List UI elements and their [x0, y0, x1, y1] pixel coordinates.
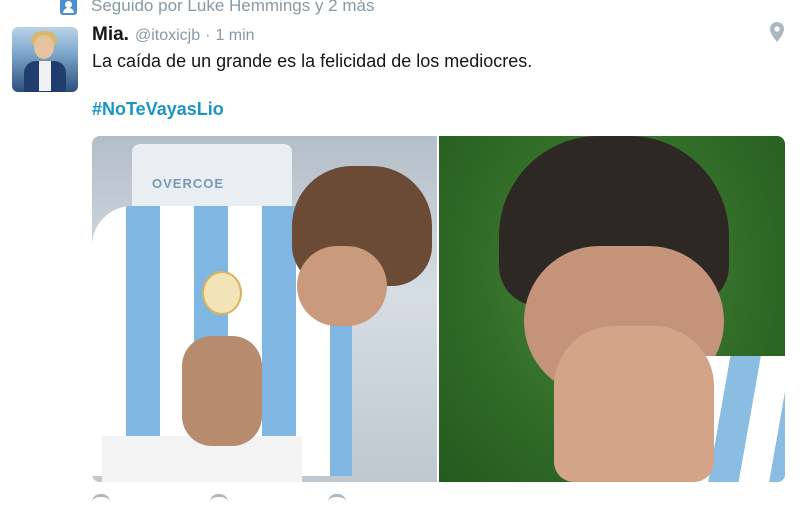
location-pin-icon: [770, 22, 784, 42]
social-context-text: Seguido por Luke Hemmings y 2 más: [91, 0, 375, 15]
tweet-text: La caída de un grande es la felicidad de…: [92, 51, 533, 71]
reply-icon[interactable]: [92, 494, 110, 507]
tweet-media[interactable]: OVERCOE: [92, 136, 785, 482]
like-icon[interactable]: [328, 494, 346, 507]
seat-label: OVERCOE: [152, 176, 225, 191]
photo-left[interactable]: OVERCOE: [92, 136, 437, 482]
timestamp[interactable]: 1 min: [215, 27, 254, 45]
user-handle[interactable]: @itoxicjb: [135, 27, 200, 45]
hashtag-link[interactable]: #NoTeVayasLio: [92, 99, 224, 120]
person-icon: [60, 0, 77, 15]
photo-right[interactable]: [439, 136, 785, 482]
tweet-actions: [92, 494, 346, 507]
social-context: Seguido por Luke Hemmings y 2 más: [60, 0, 374, 18]
separator-dot: ·: [205, 27, 211, 44]
tweet-header: Mia. @itoxicjb · 1 min: [92, 24, 255, 46]
avatar[interactable]: [12, 27, 78, 92]
display-name[interactable]: Mia.: [92, 24, 129, 46]
copa-badge: [202, 271, 242, 315]
retweet-icon[interactable]: [210, 494, 228, 507]
